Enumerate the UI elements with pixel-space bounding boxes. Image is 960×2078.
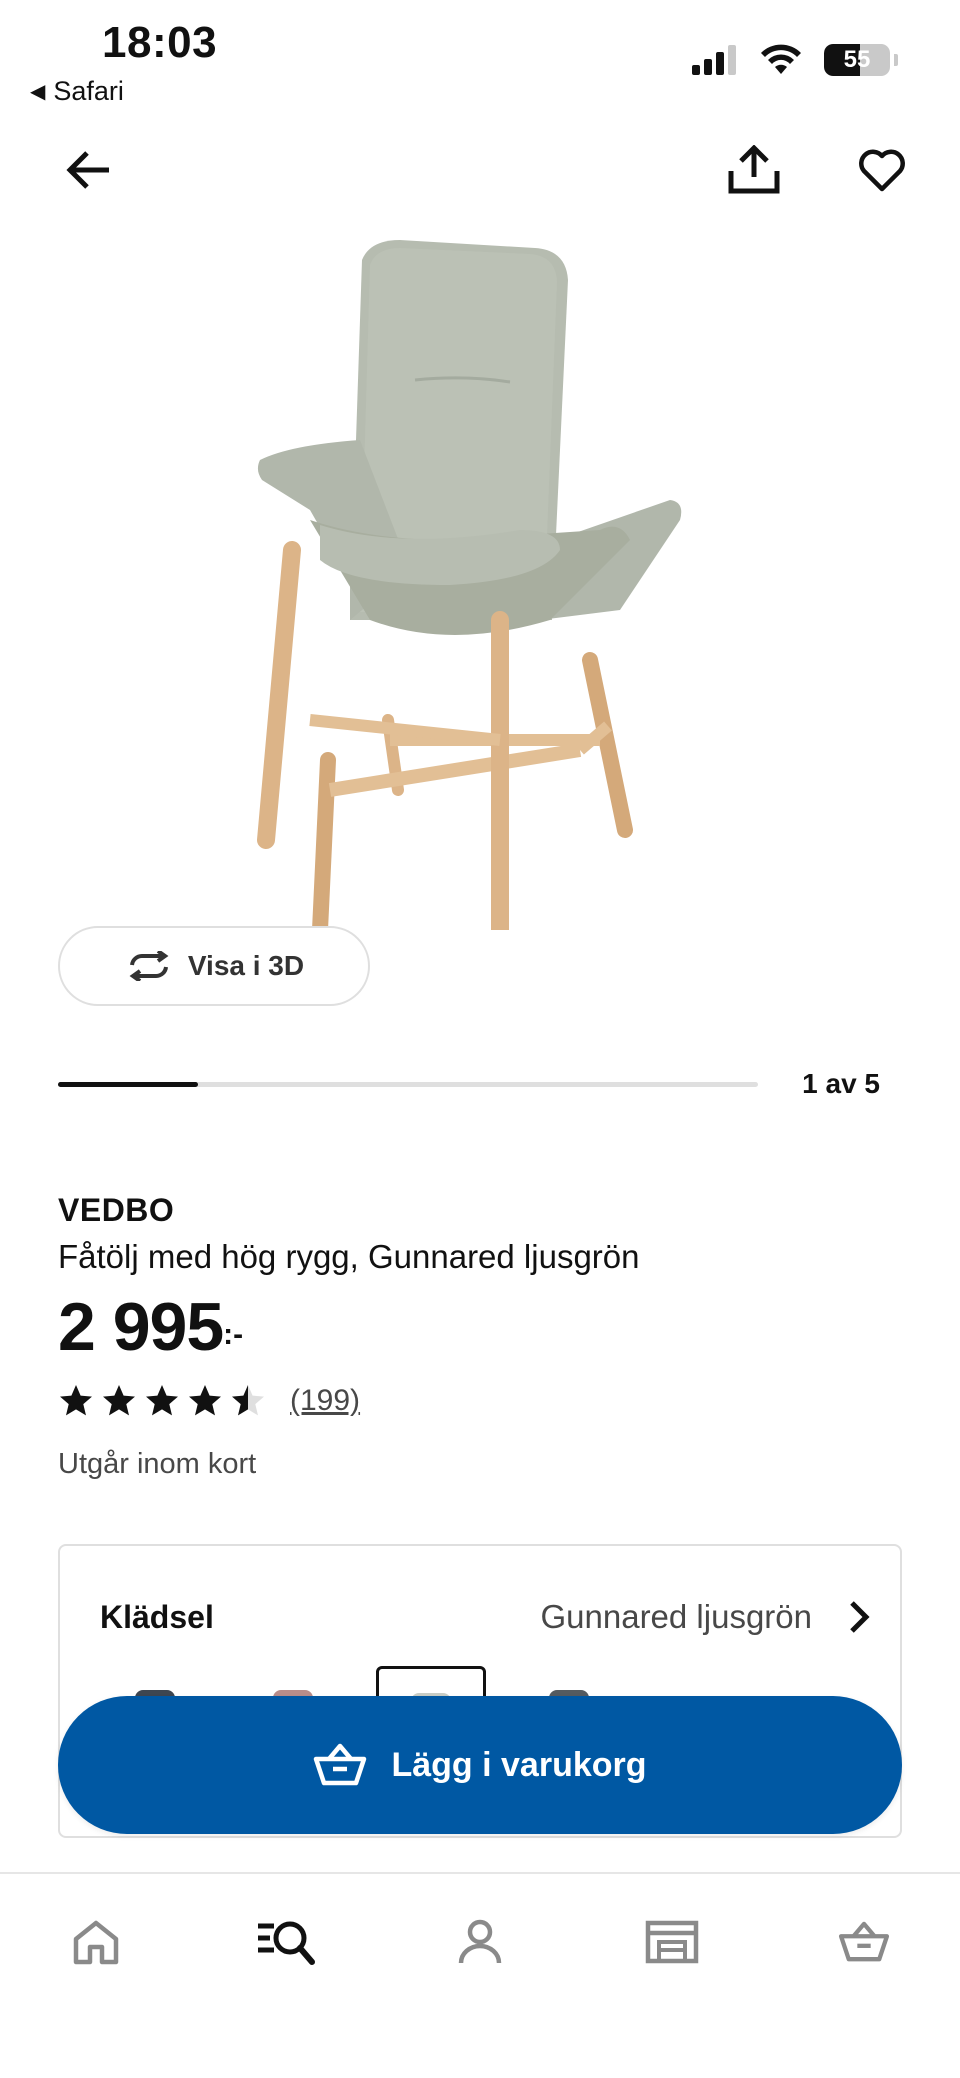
- store-icon: [645, 1920, 699, 1964]
- product-price: 2 995 :-: [58, 1288, 243, 1366]
- nav-search[interactable]: [246, 1902, 326, 1982]
- product-image[interactable]: [200, 240, 760, 930]
- add-to-cart-button[interactable]: Lägg i varukorg: [58, 1696, 902, 1834]
- price-suffix: :-: [223, 1318, 244, 1351]
- rating-star: [189, 1385, 221, 1416]
- basket-icon: [314, 1743, 367, 1786]
- rating-star: [232, 1385, 264, 1416]
- nav-stores[interactable]: [632, 1902, 712, 1982]
- rating-count[interactable]: (199): [290, 1384, 360, 1418]
- gallery-progress-fill: [58, 1082, 198, 1087]
- profile-icon: [458, 1919, 502, 1964]
- status-icons: 55: [692, 44, 898, 76]
- rating-stars-icon: [60, 1385, 264, 1416]
- variant-value: Gunnared ljusgrön: [540, 1598, 812, 1635]
- favorite-button[interactable]: [842, 130, 922, 210]
- variant-header[interactable]: Klädsel Gunnared ljusgrön: [100, 1598, 870, 1636]
- arrow-left-icon: [66, 151, 109, 189]
- rotate-3d-icon: [129, 951, 169, 981]
- product-description: Fåtölj med hög rygg, Gunnared ljusgrön: [58, 1238, 640, 1275]
- rating-star: [60, 1385, 92, 1416]
- back-app-label: Safari: [53, 76, 124, 106]
- back-to-safari-link[interactable]: ◀ Safari: [30, 76, 124, 107]
- rating-star: [103, 1385, 135, 1416]
- battery-cap: [894, 54, 898, 66]
- gallery-pager: 1 av 5: [802, 1068, 880, 1099]
- availability-note: Utgår inom kort: [58, 1448, 257, 1480]
- nav-cart[interactable]: [824, 1902, 904, 1982]
- status-bar: 18:03 ◀ Safari 55: [0, 0, 960, 110]
- heart-icon: [859, 149, 905, 192]
- status-time: 18:03: [102, 18, 218, 67]
- gallery-progress-track[interactable]: [58, 1082, 758, 1087]
- battery-percent: 55: [843, 46, 871, 73]
- nav-home[interactable]: [56, 1902, 136, 1982]
- add-to-cart-label: Lägg i varukorg: [391, 1745, 647, 1784]
- variant-label: Klädsel: [100, 1598, 214, 1635]
- back-triangle-icon: ◀: [30, 81, 46, 103]
- back-button[interactable]: [48, 130, 128, 210]
- share-button[interactable]: [714, 130, 794, 210]
- cart-icon: [838, 1921, 890, 1962]
- product-rating[interactable]: (199): [58, 1383, 360, 1419]
- search-icon: [258, 1921, 315, 1965]
- price-amount: 2 995: [58, 1289, 224, 1365]
- share-icon: [728, 145, 780, 194]
- home-icon: [73, 1920, 119, 1965]
- nav-profile[interactable]: [440, 1902, 520, 1982]
- wifi-icon: [761, 44, 801, 74]
- view-3d-button[interactable]: Visa i 3D: [58, 926, 370, 1006]
- view-3d-label: Visa i 3D: [187, 950, 305, 981]
- chevron-right-icon: [850, 1601, 870, 1633]
- cellular-signal-icon: [692, 45, 736, 75]
- rating-star: [146, 1385, 178, 1416]
- bottom-navigation: [0, 1872, 960, 2078]
- battery-icon: 55: [824, 44, 890, 76]
- product-brand: VEDBO: [58, 1192, 175, 1228]
